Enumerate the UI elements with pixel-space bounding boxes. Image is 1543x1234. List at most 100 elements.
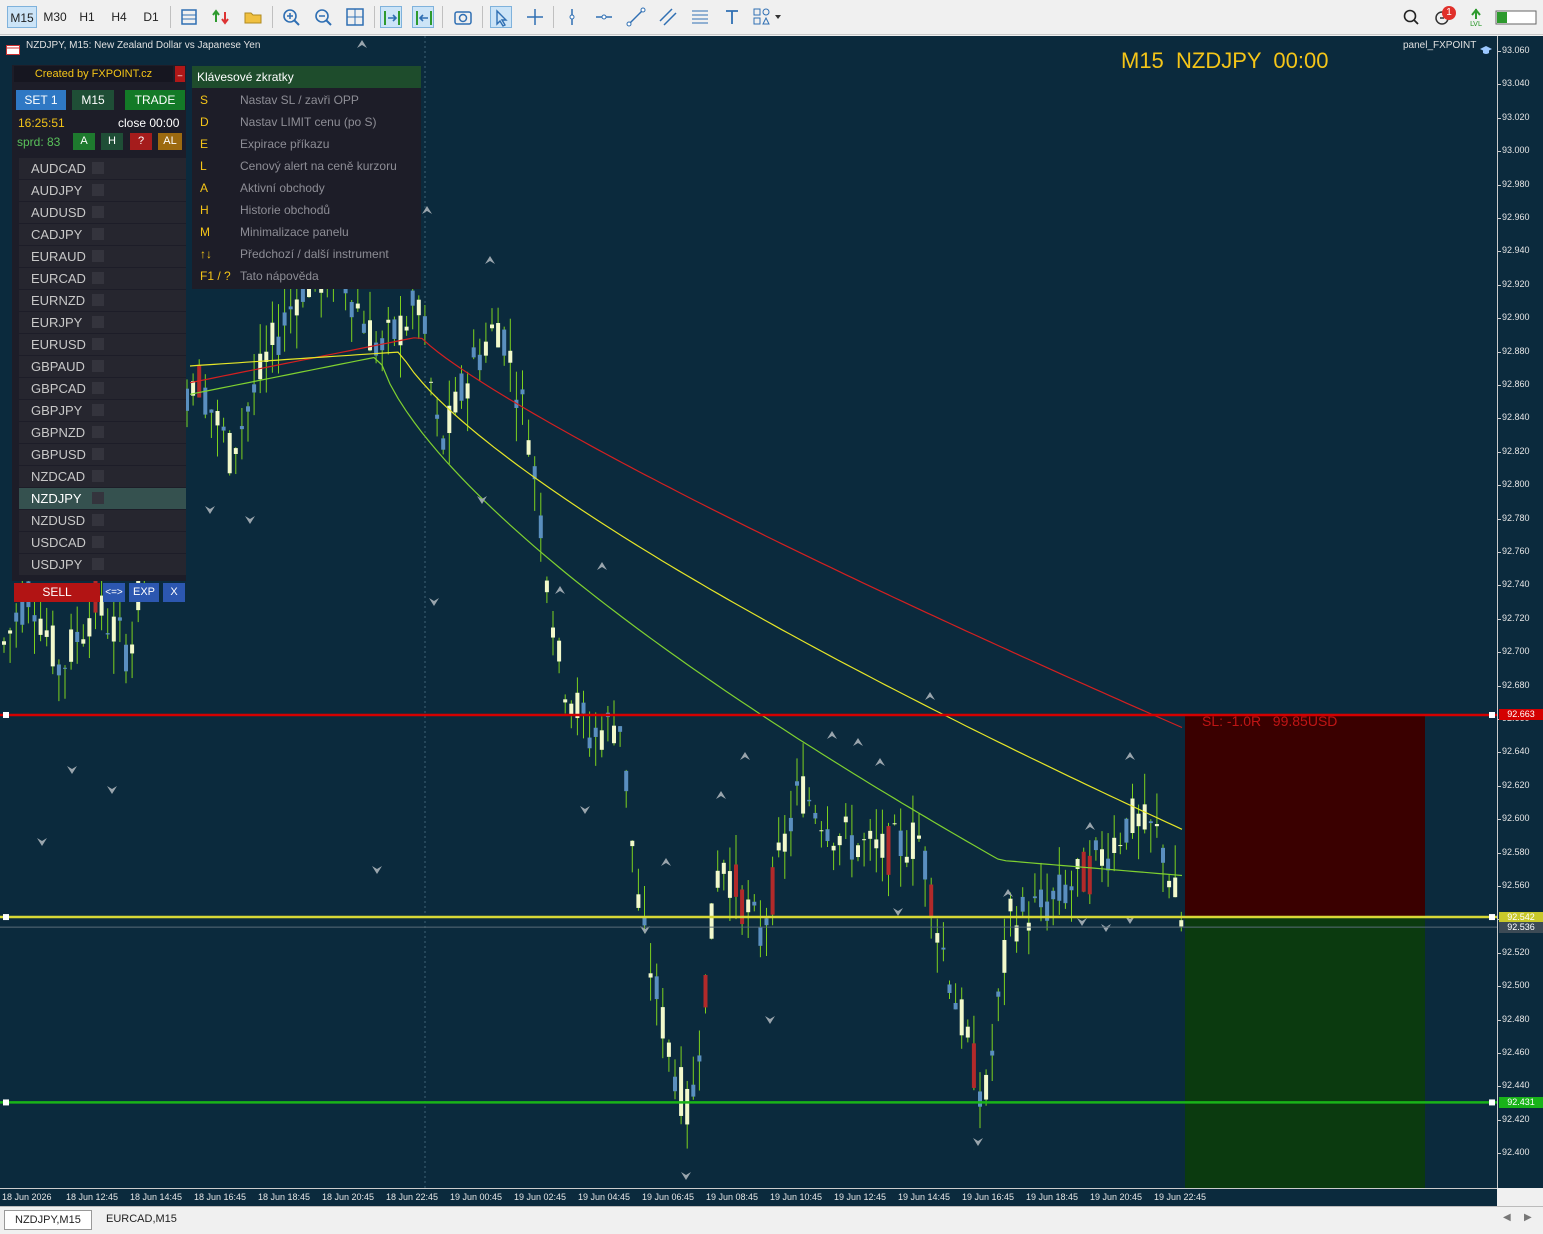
candle-body bbox=[971, 1043, 976, 1088]
symbol-checkbox[interactable] bbox=[92, 426, 104, 438]
symbol-item-gbpusd[interactable]: GBPUSD bbox=[19, 444, 186, 465]
symbol-checkbox[interactable] bbox=[92, 162, 104, 174]
trend-line-icon[interactable] bbox=[625, 6, 647, 28]
symbol-checkbox[interactable] bbox=[92, 184, 104, 196]
horizontal-line-icon[interactable] bbox=[593, 6, 615, 28]
symbol-checkbox[interactable] bbox=[92, 404, 104, 416]
symbol-item-eurusd[interactable]: EURUSD bbox=[19, 334, 186, 355]
symbol-item-eurjpy[interactable]: EURJPY bbox=[19, 312, 186, 333]
symbol-item-usdcad[interactable]: USDCAD bbox=[19, 532, 186, 553]
candle-body bbox=[740, 889, 745, 925]
price-tick-label: 92.400 bbox=[1498, 1147, 1530, 1158]
symbol-checkbox[interactable] bbox=[92, 492, 104, 504]
symbol-item-nzdusd[interactable]: NZDUSD bbox=[19, 510, 186, 531]
symbol-item-audcad[interactable]: AUDCAD bbox=[19, 158, 186, 179]
search-icon[interactable] bbox=[1400, 6, 1422, 28]
symbol-checkbox[interactable] bbox=[92, 558, 104, 570]
symbol-item-eurnzd[interactable]: EURNZD bbox=[19, 290, 186, 311]
time-scale[interactable]: 18 Jun 2026 18 Jun 12:45 18 Jun 14:45 18 Ju… bbox=[0, 1188, 1497, 1207]
expiration-button[interactable]: EXP bbox=[129, 583, 159, 602]
symbol-checkbox[interactable] bbox=[92, 360, 104, 372]
symbol-label: EURNZD bbox=[31, 293, 86, 308]
signal-icon[interactable]: LVL bbox=[1465, 6, 1487, 28]
symbol-checkbox[interactable] bbox=[92, 228, 104, 240]
timeframe-m15-button[interactable]: M15 bbox=[7, 6, 37, 28]
chart-shift-icon[interactable] bbox=[412, 6, 434, 28]
candle-body bbox=[904, 856, 909, 863]
text-icon[interactable] bbox=[721, 6, 743, 28]
symbol-item-gbpjpy[interactable]: GBPJPY bbox=[19, 400, 186, 421]
app-window-icon[interactable] bbox=[1494, 6, 1538, 28]
symbol-item-audjpy[interactable]: AUDJPY bbox=[19, 180, 186, 201]
tabs-scroll-right-icon[interactable]: ▶ bbox=[1524, 1212, 1532, 1223]
symbol-checkbox[interactable] bbox=[92, 536, 104, 548]
zoom-out-icon[interactable] bbox=[312, 6, 334, 28]
swap-direction-button[interactable]: <=> bbox=[103, 583, 125, 602]
grid-icon[interactable] bbox=[344, 6, 366, 28]
vertical-line-icon[interactable] bbox=[561, 6, 583, 28]
candle-body bbox=[453, 391, 458, 413]
shortcut-description: Nastav SL / zavři OPP bbox=[240, 93, 359, 107]
close-order-button[interactable]: X bbox=[163, 583, 185, 602]
candle-body bbox=[612, 725, 616, 744]
chart-bars-icon[interactable] bbox=[178, 6, 200, 28]
open-folder-icon[interactable] bbox=[242, 6, 264, 28]
symbol-checkbox[interactable] bbox=[92, 294, 104, 306]
symbol-item-gbpcad[interactable]: GBPCAD bbox=[19, 378, 186, 399]
price-scale[interactable]: 93.060 93.040 93.020 93.000 92.980 92.960 92.9… bbox=[1497, 36, 1543, 1188]
symbol-checkbox[interactable] bbox=[92, 514, 104, 526]
candle-body bbox=[1112, 837, 1117, 853]
panel-timeframe-button[interactable]: M15 bbox=[72, 90, 114, 110]
symbol-checkbox[interactable] bbox=[92, 206, 104, 218]
active-trades-button[interactable]: A bbox=[73, 133, 95, 150]
help-button[interactable]: ? bbox=[130, 133, 152, 150]
candle-body bbox=[581, 702, 586, 714]
trade-arrows-icon[interactable] bbox=[210, 6, 232, 28]
tabs-scroll-left-icon[interactable]: ◀ bbox=[1503, 1212, 1511, 1223]
symbol-item-euraud[interactable]: EURAUD bbox=[19, 246, 186, 267]
tab-eurcad-m15[interactable]: EURCAD,M15 bbox=[96, 1210, 187, 1228]
timeframe-h1-button[interactable]: H1 bbox=[73, 6, 101, 28]
fibonacci-icon[interactable] bbox=[689, 6, 711, 28]
candle-body bbox=[282, 312, 287, 326]
candle-body bbox=[215, 411, 220, 426]
panel-minimize-button[interactable]: _ bbox=[175, 66, 185, 82]
symbol-item-eurcad[interactable]: EURCAD bbox=[19, 268, 186, 289]
candle-body bbox=[959, 999, 964, 1036]
timeframe-m30-button[interactable]: M30 bbox=[40, 6, 70, 28]
set-button[interactable]: SET 1 bbox=[16, 90, 66, 110]
symbol-checkbox[interactable] bbox=[92, 250, 104, 262]
timeframe-h4-button[interactable]: H4 bbox=[105, 6, 133, 28]
symbol-item-cadjpy[interactable]: CADJPY bbox=[19, 224, 186, 245]
symbol-checkbox[interactable] bbox=[92, 448, 104, 460]
tab-nzdjpy-m15[interactable]: NZDJPY,M15 bbox=[4, 1210, 92, 1230]
screenshot-icon[interactable] bbox=[452, 6, 474, 28]
symbol-item-gbpaud[interactable]: GBPAUD bbox=[19, 356, 186, 377]
autoscroll-icon[interactable] bbox=[380, 6, 402, 28]
equidistant-channel-icon[interactable] bbox=[657, 6, 679, 28]
symbol-item-usdjpy[interactable]: USDJPY bbox=[19, 554, 186, 575]
zoom-in-icon[interactable] bbox=[280, 6, 302, 28]
symbol-item-audusd[interactable]: AUDUSD bbox=[19, 202, 186, 223]
timeframe-d1-button[interactable]: D1 bbox=[137, 6, 165, 28]
candle-body bbox=[459, 373, 464, 401]
symbol-checkbox[interactable] bbox=[92, 338, 104, 350]
alert-button[interactable]: AL bbox=[158, 133, 182, 150]
history-button[interactable]: H bbox=[101, 133, 123, 150]
price-tick-label: 92.640 bbox=[1498, 746, 1530, 757]
symbol-checkbox[interactable] bbox=[92, 272, 104, 284]
crosshair-icon[interactable] bbox=[524, 6, 546, 28]
candle-body bbox=[1039, 889, 1043, 908]
symbol-item-nzdjpy[interactable]: NZDJPY bbox=[19, 488, 186, 509]
trade-button[interactable]: TRADE bbox=[125, 90, 185, 110]
candle-body bbox=[294, 299, 299, 316]
symbol-checkbox[interactable] bbox=[92, 316, 104, 328]
shapes-icon[interactable] bbox=[751, 6, 785, 28]
symbol-item-nzdcad[interactable]: NZDCAD bbox=[19, 466, 186, 487]
symbol-checkbox[interactable] bbox=[92, 382, 104, 394]
cursor-icon[interactable] bbox=[490, 6, 512, 28]
symbol-checkbox[interactable] bbox=[92, 470, 104, 482]
sell-button[interactable]: SELL bbox=[14, 583, 100, 602]
symbol-item-gbpnzd[interactable]: GBPNZD bbox=[19, 422, 186, 443]
candle-body bbox=[978, 1091, 982, 1107]
